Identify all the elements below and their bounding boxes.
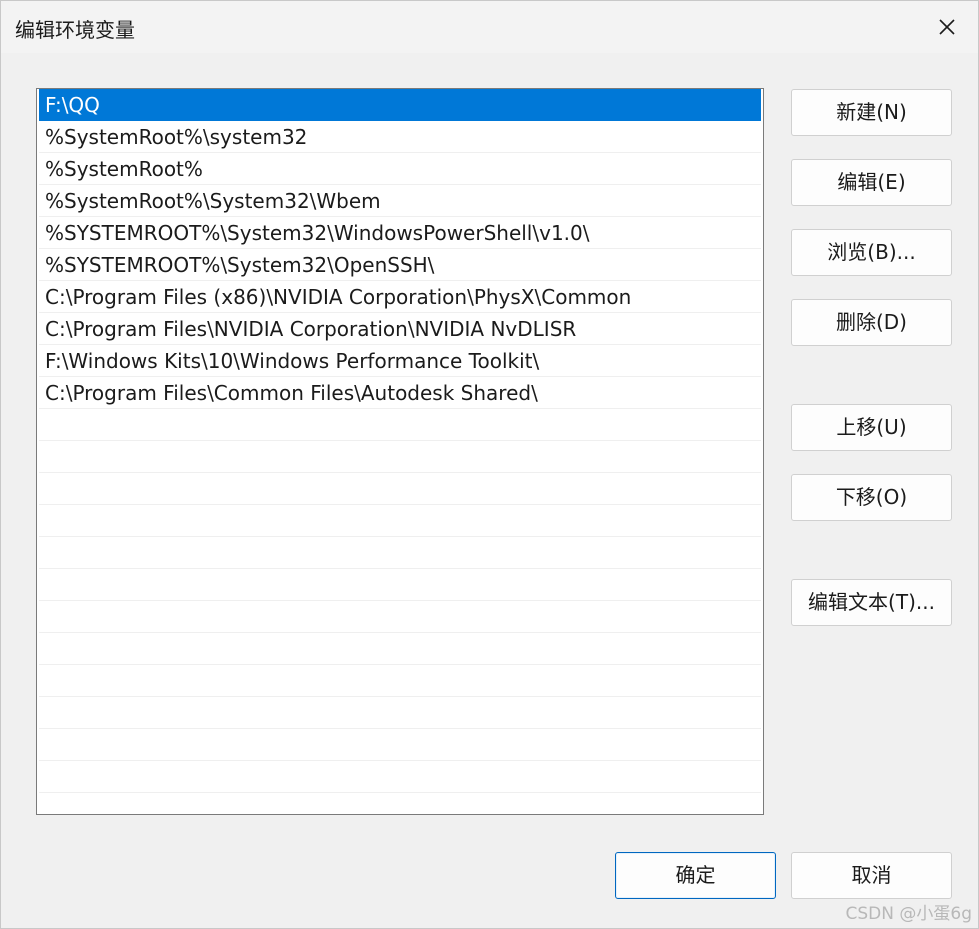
path-list-item[interactable]: C:\Program Files\NVIDIA Corporation\NVID… (39, 313, 761, 345)
empty-list-row (39, 665, 761, 697)
path-listbox[interactable]: F:\QQ %SystemRoot%\system32 %SystemRoot% %S… (36, 88, 764, 815)
empty-list-row (39, 633, 761, 665)
browse-button[interactable]: 浏览(B)... (791, 229, 952, 276)
empty-list-row (39, 761, 761, 793)
empty-list-row (39, 441, 761, 473)
cancel-button[interactable]: 取消 (791, 852, 952, 899)
ok-button[interactable]: 确定 (615, 852, 776, 899)
path-list-item[interactable]: F:\QQ (39, 89, 761, 121)
close-button[interactable] (932, 13, 962, 41)
path-list-item[interactable]: F:\Windows Kits\10\Windows Performance T… (39, 345, 761, 377)
path-list-item[interactable]: C:\Program Files (x86)\NVIDIA Corporatio… (39, 281, 761, 313)
empty-list-row (39, 409, 761, 441)
close-icon (939, 19, 955, 35)
delete-button[interactable]: 删除(D) (791, 299, 952, 346)
empty-list-row (39, 697, 761, 729)
empty-list-row (39, 601, 761, 633)
edit-text-button[interactable]: 编辑文本(T)... (791, 579, 952, 626)
path-list-item[interactable]: %SYSTEMROOT%\System32\WindowsPowerShell\… (39, 217, 761, 249)
empty-list-row (39, 505, 761, 537)
path-list-item[interactable]: %SystemRoot%\System32\Wbem (39, 185, 761, 217)
move-up-button[interactable]: 上移(U) (791, 404, 952, 451)
move-down-button[interactable]: 下移(O) (791, 474, 952, 521)
path-list-item[interactable]: C:\Program Files\Common Files\Autodesk S… (39, 377, 761, 409)
watermark: CSDN @小蛋6g (845, 904, 972, 924)
empty-list-row (39, 569, 761, 601)
path-list-item[interactable]: %SystemRoot%\system32 (39, 121, 761, 153)
empty-list-row (39, 729, 761, 761)
empty-list-row (39, 537, 761, 569)
dialog-title: 编辑环境变量 (15, 18, 135, 42)
edit-button[interactable]: 编辑(E) (791, 159, 952, 206)
title-bar: 编辑环境变量 (1, 1, 978, 53)
new-button[interactable]: 新建(N) (791, 89, 952, 136)
path-list-item[interactable]: %SYSTEMROOT%\System32\OpenSSH\ (39, 249, 761, 281)
empty-list-row (39, 473, 761, 505)
path-list-rows: F:\QQ %SystemRoot%\system32 %SystemRoot% %S… (37, 89, 763, 793)
edit-env-variable-dialog: 编辑环境变量 F:\QQ %SystemRoot%\system32 %System… (0, 0, 979, 929)
path-list-item[interactable]: %SystemRoot% (39, 153, 761, 185)
